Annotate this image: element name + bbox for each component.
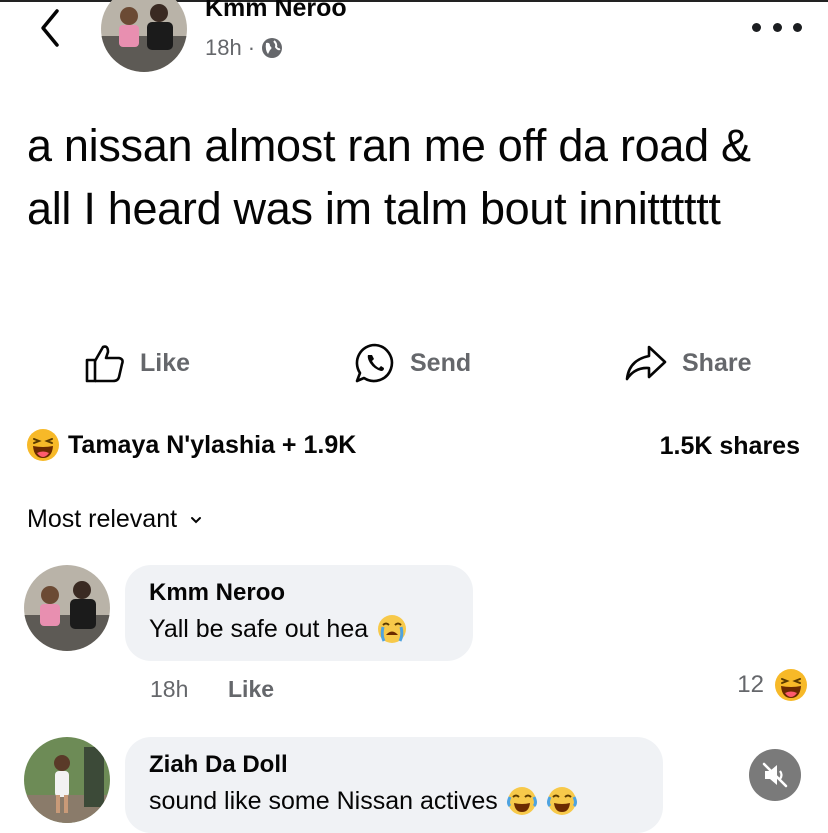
reactors-text: Tamaya N'ylashia + 1.9K [68, 430, 357, 459]
haha-reaction-icon [27, 429, 59, 461]
sort-label: Most relevant [27, 505, 178, 533]
tears-of-joy-icon [546, 787, 577, 815]
comment-like-button[interactable]: Like [228, 676, 274, 703]
tears-of-joy-icon [506, 787, 537, 815]
crying-face-icon [378, 615, 407, 643]
comment-author[interactable]: Ziah Da Doll [149, 751, 639, 779]
post-meta: 18h · [205, 35, 283, 61]
comment-text-row: Yall be safe out hea [149, 613, 449, 645]
post-author-name[interactable]: Kmm Neroo [205, 0, 347, 23]
whatsapp-icon [355, 343, 394, 383]
like-button[interactable]: Like [84, 340, 190, 386]
globe-icon [262, 38, 283, 58]
comment-time: 18h [150, 676, 189, 702]
dot-icon [772, 22, 782, 32]
comment-sort-dropdown[interactable]: Most relevant [27, 505, 203, 534]
comment-text: sound like some Nissan actives [149, 786, 498, 815]
post-time: 18h [205, 35, 242, 60]
reaction-summary[interactable]: Tamaya N'ylashia + 1.9K [26, 428, 356, 462]
post-text: a nissan almost ran me off da road & all… [27, 120, 751, 234]
comment-avatar[interactable] [24, 565, 110, 651]
share-arrow-icon [625, 345, 667, 381]
chevron-down-icon [191, 516, 202, 523]
send-button[interactable]: Send [354, 340, 471, 386]
comment-bubble: Kmm Neroo Yall be safe out hea [125, 565, 473, 661]
like-label: Like [140, 348, 191, 377]
comment-reaction-count: 12 [737, 671, 764, 698]
chevron-left-icon [41, 9, 59, 47]
comment-avatar[interactable] [24, 737, 110, 823]
avatar-photo [24, 737, 110, 823]
dot-icon [752, 22, 761, 32]
shares-count[interactable]: 1.5K shares [660, 432, 800, 461]
comment-bubble: Ziah Da Doll sound like some Nissan acti… [125, 737, 663, 833]
comment-text: Yall be safe out hea [149, 614, 369, 643]
send-label: Send [410, 348, 472, 377]
comment-author[interactable]: Kmm Neroo [149, 579, 449, 607]
back-button[interactable] [30, 6, 70, 50]
comment-text-row: sound like some Nissan actives [149, 785, 639, 817]
share-button[interactable]: Share [624, 340, 751, 386]
thumbs-up-icon [85, 345, 124, 383]
post-author-avatar[interactable] [101, 0, 187, 72]
mute-button[interactable] [749, 749, 801, 801]
share-label: Share [682, 348, 752, 377]
speaker-muted-icon [762, 762, 788, 788]
avatar-photo [101, 0, 187, 72]
comment-reactions[interactable]: 12 [737, 668, 808, 702]
haha-reaction-icon [775, 669, 807, 701]
avatar-photo [24, 565, 110, 651]
meta-separator: · [247, 35, 256, 60]
more-options-button[interactable] [752, 12, 802, 42]
dot-icon [793, 22, 802, 32]
